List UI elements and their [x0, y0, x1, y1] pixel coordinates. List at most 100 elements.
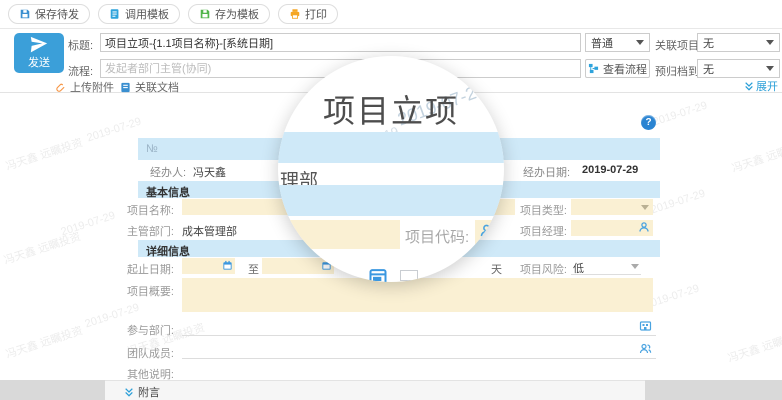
paper-plane-icon [29, 36, 49, 54]
date-days-label: 天 [491, 261, 502, 277]
title-label: 标题: [68, 37, 93, 53]
risk-label: 项目风险: [505, 261, 567, 277]
chevron-down-icon [641, 205, 649, 210]
date-range-label: 起止日期: [112, 261, 174, 277]
save-template-button[interactable]: 存为模板 [188, 4, 270, 24]
related-project-label: 关联项目: [655, 37, 702, 53]
priority-value: 普通 [591, 35, 613, 51]
expand-label: 展开 [756, 78, 778, 94]
watermark: 冯天鑫 远瞩投资 [729, 136, 782, 176]
help-icon[interactable]: ? [641, 115, 656, 130]
team-input[interactable] [182, 342, 656, 359]
chevron-down-icon [766, 66, 774, 71]
title-input[interactable] [100, 33, 581, 52]
handler-label: 经办人: [150, 164, 186, 180]
document-icon [120, 82, 131, 93]
prearchive-value: 无 [703, 61, 714, 77]
save-template-label: 存为模板 [215, 6, 259, 22]
watermark: 冯天鑫 远瞩投资 [3, 322, 84, 362]
load-template-icon [109, 8, 121, 20]
magnified-person-icon [479, 223, 494, 238]
risk-value: 低 [573, 260, 584, 276]
send-label: 发送 [28, 54, 50, 70]
postscript-bar-left [0, 380, 105, 400]
watermark: 2019-07-29 [86, 116, 143, 145]
expand-link[interactable]: 展开 [744, 78, 778, 94]
watermark: 冯天鑫 远瞩投资 [1, 228, 82, 268]
watermark: 冯天鑫 远瞩投资 [725, 326, 782, 366]
flowchart-icon [588, 63, 599, 74]
related-doc-link[interactable]: 关联文档 [120, 79, 179, 95]
view-flow-label: 查看流程 [603, 61, 647, 77]
detail-info-title: 详细信息 [146, 243, 190, 259]
risk-select[interactable]: 低 [571, 258, 641, 275]
handle-date-value: 2019-07-29 [582, 164, 638, 176]
team-label: 团队成员: [112, 345, 174, 361]
send-button[interactable]: 发送 [14, 33, 64, 73]
related-project-select[interactable]: 无 [697, 33, 780, 52]
print-icon [289, 8, 301, 20]
people-icon[interactable] [639, 342, 652, 355]
magnified-code-label: 项目代码: [405, 226, 469, 247]
chevron-down-icon [631, 264, 639, 269]
priority-select[interactable]: 普通 [585, 33, 650, 52]
view-flow-button[interactable]: 查看流程 [585, 59, 650, 78]
dept-value: 成本管理部 [182, 223, 237, 239]
postscript-bar-right [645, 380, 782, 400]
summary-textarea[interactable] [182, 278, 653, 312]
print-button[interactable]: 打印 [278, 4, 338, 24]
save-pending-button[interactable]: 保存待发 [8, 4, 90, 24]
flow-label: 流程: [68, 63, 93, 79]
load-template-label: 调用模板 [125, 6, 169, 22]
basic-info-title: 基本信息 [146, 184, 190, 200]
end-date-input[interactable] [262, 258, 334, 274]
participating-input[interactable] [182, 319, 656, 336]
paperclip-icon [55, 82, 66, 93]
magnified-calendar-icon [368, 266, 388, 282]
related-doc-label: 关联文档 [135, 79, 179, 95]
manager-input[interactable] [571, 220, 653, 236]
magnifier-overlay: 2019-07-2 2019 项目立项 理部 项目代码: [278, 56, 504, 282]
handler-value: 冯天鑫 [193, 164, 226, 180]
save-template-icon [199, 8, 211, 20]
handle-date-label: 经办日期: [523, 164, 570, 180]
magnified-section-band [278, 132, 504, 163]
person-icon[interactable] [638, 221, 650, 233]
watermark: 冯天鑫 远瞩投资 [3, 134, 84, 174]
watermark: 2019-07-29 [60, 210, 117, 239]
manager-label: 项目经理: [505, 223, 567, 239]
postscript-label: 附言 [138, 384, 160, 400]
serial-label: № [146, 143, 158, 155]
double-chevron-down-icon [744, 81, 754, 91]
prearchive-select[interactable]: 无 [697, 59, 780, 78]
print-label: 打印 [305, 6, 327, 22]
date-to-label: 至 [248, 261, 259, 277]
magnified-section-band [278, 185, 504, 216]
magnified-input-field [290, 220, 400, 249]
magnified-form-title: 项目立项 [278, 86, 504, 132]
project-type-label: 项目类型: [505, 202, 567, 218]
save-pending-label: 保存待发 [35, 6, 79, 22]
prearchive-label: 预归档到: [655, 63, 702, 79]
project-type-select[interactable] [571, 199, 653, 215]
upload-attachment-label: 上传附件 [70, 79, 114, 95]
top-toolbar: 保存待发 调用模板 存为模板 打印 [0, 0, 782, 29]
related-project-value: 无 [703, 35, 714, 51]
load-template-button[interactable]: 调用模板 [98, 4, 180, 24]
dept-label: 主管部门: [112, 223, 174, 239]
chevron-down-icon [766, 40, 774, 45]
postscript-toggle[interactable]: 附言 [124, 384, 160, 400]
save-pending-icon [19, 8, 31, 20]
project-name-label: 项目名称: [112, 202, 174, 218]
magnified-fragment [400, 270, 418, 281]
double-chevron-down-icon [124, 387, 134, 397]
start-date-input[interactable] [182, 258, 235, 274]
department-icon[interactable] [639, 319, 652, 332]
upload-attachment-link[interactable]: 上传附件 [55, 79, 114, 95]
summary-label: 项目概要: [112, 283, 174, 299]
chevron-down-icon [636, 40, 644, 45]
calendar-icon[interactable] [222, 260, 233, 271]
watermark: 2019-07-29 [652, 100, 709, 129]
project-initiation-form-page: 冯天鑫 远瞩投资 2019-07-29 2019-07-29 冯天鑫 远瞩投资 … [0, 0, 782, 400]
participating-label: 参与部门: [112, 322, 174, 338]
